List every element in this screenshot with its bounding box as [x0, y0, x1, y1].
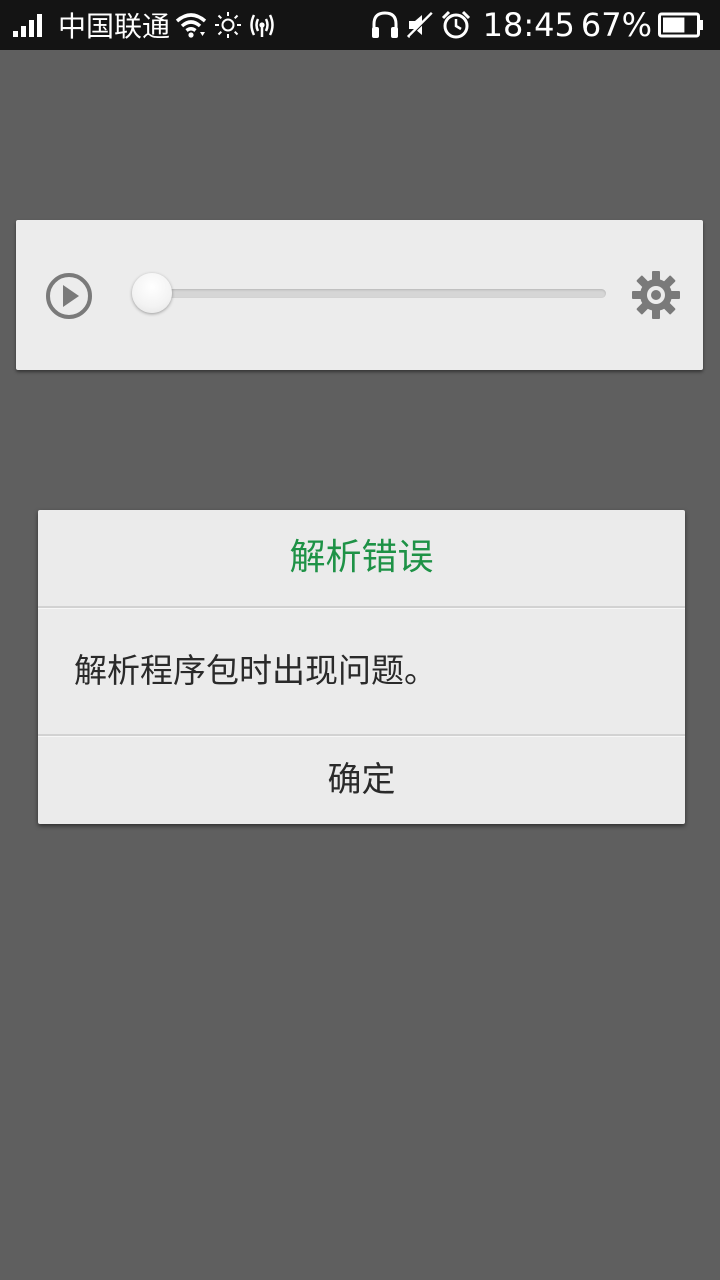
brightness-icon [214, 11, 242, 39]
play-button[interactable] [44, 271, 94, 321]
status-bar-right: 18:45 67% [371, 0, 710, 50]
status-bar: 中国联通 18:45 67% [0, 0, 720, 50]
mute-icon [405, 10, 435, 40]
alarm-icon [441, 10, 471, 40]
dialog-message: 解析程序包时出现问题。 [74, 651, 437, 690]
status-bar-left: 中国联通 [12, 0, 282, 50]
wifi-icon [174, 11, 208, 39]
battery-percent: 67% [580, 6, 652, 44]
play-icon [46, 273, 92, 319]
error-dialog: 解析错误 解析程序包时出现问题。 确定 [38, 510, 685, 824]
seek-bar-thumb[interactable] [132, 273, 172, 313]
headphones-icon [371, 10, 399, 40]
seek-bar-track[interactable] [152, 289, 606, 298]
settings-button[interactable] [630, 269, 682, 321]
battery-icon [658, 12, 704, 38]
carrier-name: 中国联通 [58, 10, 171, 43]
hotspot-icon [248, 11, 276, 39]
ok-button[interactable]: 确定 [38, 736, 685, 824]
clock: 18:45 [482, 6, 575, 44]
dialog-title: 解析错误 [289, 537, 434, 578]
signal-icon [12, 12, 48, 38]
gear-icon [632, 271, 680, 319]
